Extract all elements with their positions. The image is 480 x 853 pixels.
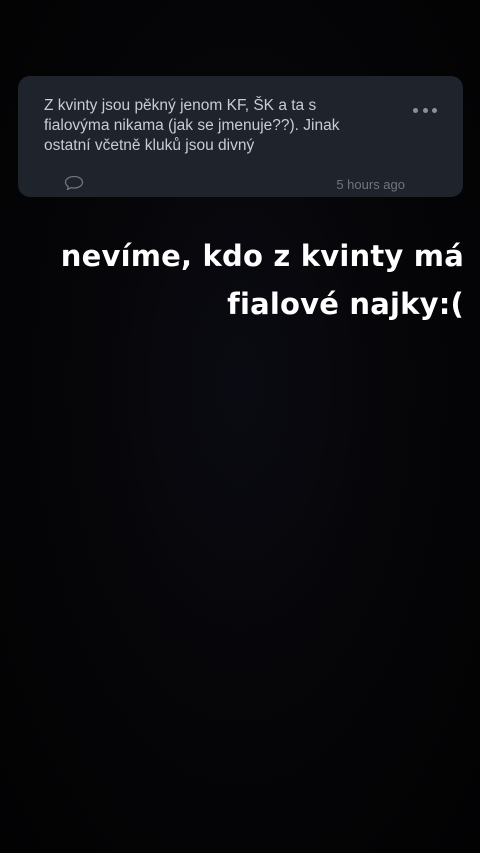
comment-timestamp: 5 hours ago <box>336 177 405 192</box>
speech-bubble-icon[interactable] <box>64 175 84 191</box>
story-caption: nevíme, kdo z kvinty má fialové najky:( <box>24 232 464 328</box>
comment-card: Z kvinty jsou pěkný jenom KF, ŠK a ta s … <box>18 76 463 197</box>
caption-line-1: nevíme, kdo z kvinty má <box>60 239 464 273</box>
comment-text: Z kvinty jsou pěkný jenom KF, ŠK a ta s … <box>44 97 340 154</box>
caption-line-2: fialové najky:( <box>227 287 464 321</box>
dot <box>432 107 437 113</box>
dot <box>422 107 428 113</box>
dot <box>413 107 418 113</box>
more-dots-icon[interactable] <box>413 106 437 114</box>
